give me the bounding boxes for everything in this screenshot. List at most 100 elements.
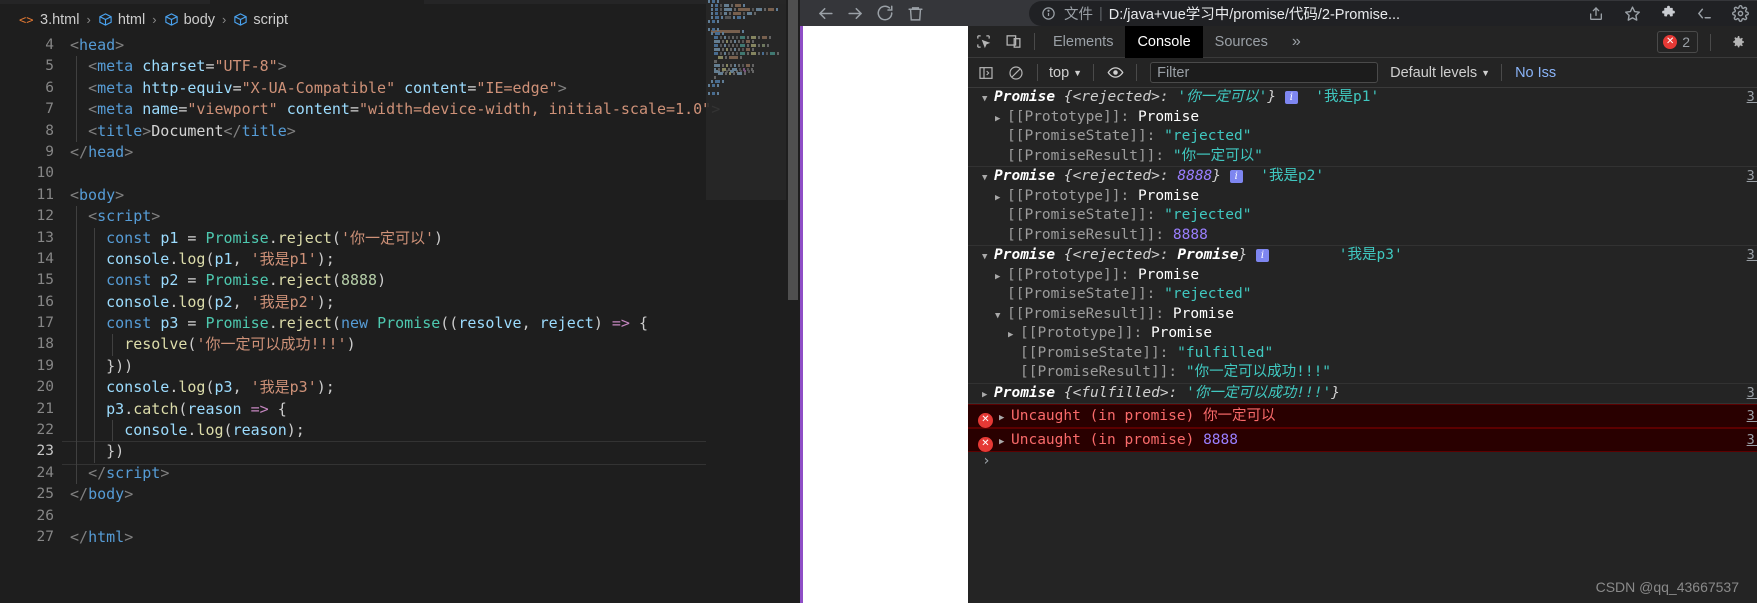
code-line[interactable]: 23 }) [0,441,800,466]
code-line[interactable]: 19 })) [0,355,800,378]
editor-scrollbar-thumb[interactable] [788,0,798,300]
breadcrumb-file[interactable]: <> 3.html [19,12,80,28]
console-object-property[interactable]: [[PromiseResult]]: 8888 [968,226,1757,246]
code-line[interactable]: 6 <meta http-equiv="X-UA-Compatible" con… [0,77,800,100]
console-source-link[interactable]: 3.h [1747,167,1757,187]
info-badge-icon[interactable]: i [1229,170,1243,183]
code-line-text: </html> [58,527,133,548]
inspect-element-icon[interactable] [968,28,998,56]
editor-scrollbar[interactable] [786,0,800,568]
chrome-browser-window: 文件 | D:/java+vue学习中/promise/代码/2-Promise… [800,0,1757,603]
code-line[interactable]: 12 <script> [0,206,800,228]
code-line[interactable]: 18 resolve('你一定可以成功!!!') [0,334,800,356]
breadcrumb-node-script[interactable]: script [233,12,288,28]
console-object-property[interactable]: [[PromiseState]]: "rejected" [968,127,1757,147]
clear-console-icon[interactable] [1002,60,1030,86]
back-button[interactable] [810,1,840,25]
execution-context-select[interactable]: top ▼ [1045,65,1086,81]
error-count-badge[interactable]: ✕ 2 [1657,31,1698,53]
tab-console[interactable]: Console [1125,25,1203,58]
console-object-property[interactable]: ▶ [[Prototype]]: Promise [968,108,1757,128]
devtools-settings-gear-icon[interactable] [1723,28,1753,56]
console-message-group[interactable]: ▼ Promise {<rejected>: '你一定可以'} i '我是p1' 3… [968,88,1757,167]
expand-arrow-right-icon[interactable]: ▶ [999,407,1011,429]
console-object-property[interactable]: ▶ [[Prototype]]: Promise [968,187,1757,207]
console-source-link[interactable]: 3.h [1747,246,1757,266]
console-message-group[interactable]: ▶Promise {<fulfilled>: '你一定可以成功!!!'} 3.h [968,384,1757,404]
console-object-property[interactable]: [[PromiseState]]: "rejected" [968,206,1757,226]
console-error-message[interactable]: ✕ ▶Uncaught (in promise) 8888 3.h [968,428,1757,452]
code-line[interactable]: 15 const p2 = Promise.reject(8888) [0,270,800,292]
console-object-property[interactable]: [[PromiseState]]: "rejected" [968,285,1757,305]
reload-button[interactable] [870,1,900,25]
forward-button[interactable] [840,1,870,25]
console-source-link[interactable]: 3.h [1747,384,1757,404]
property-key: [[Prototype]]: [1007,108,1138,125]
code-line[interactable]: 17 const p3 = Promise.reject(new Promise… [0,313,800,335]
console-source-link[interactable]: 3.h [1747,429,1757,451]
console-message-group[interactable]: ▼ Promise {<rejected>: Promise} i '我是p3' 3… [968,246,1757,384]
console-source-link[interactable]: 3.h [1747,88,1757,108]
address-bar[interactable]: 文件 | D:/java+vue学习中/promise/代码/2-Promise… [1029,1,1757,26]
code-editor-content[interactable]: 4 <head> 5 <meta charset="UTF-8"> 6 <meta h… [0,35,800,603]
code-line[interactable]: 13 const p1 = Promise.reject('你一定可以') [0,227,800,249]
console-prompt[interactable]: › [968,452,1757,474]
more-tabs-icon[interactable]: » [1280,26,1313,58]
breadcrumb[interactable]: <> 3.html › html › body › script [0,4,800,35]
devtools-indicator-icon[interactable] [1687,1,1721,26]
console-object-property[interactable]: ▶ [[Prototype]]: Promise [968,324,1757,344]
breadcrumb-node-html[interactable]: html [98,12,145,28]
device-toolbar-icon[interactable] [998,28,1028,56]
delete-button[interactable] [900,1,930,25]
share-icon[interactable] [1579,1,1613,26]
console-error-message[interactable]: ✕ ▶Uncaught (in promise) 你一定可以 3.h [968,404,1757,428]
expand-arrow-right-icon[interactable]: ▶ [982,386,994,406]
live-expression-eye-icon[interactable] [1101,60,1129,86]
tab-elements[interactable]: Elements [1041,26,1125,58]
console-object-property[interactable]: ▼ [[PromiseResult]]: Promise [968,305,1757,325]
code-line[interactable]: 24 </script> [0,462,800,485]
minimap-slider[interactable] [706,0,786,200]
code-line[interactable]: 5 <meta charset="UTF-8"> [0,56,800,78]
console-message-group[interactable]: ▼Promise {<rejected>: 8888} i '我是p2'3.h▶… [968,167,1757,246]
code-line[interactable]: 14 console.log(p1, '我是p1'); [0,248,800,271]
expand-arrow-right-icon[interactable]: ▶ [999,431,1011,453]
bookmark-star-icon[interactable] [1615,1,1649,26]
extensions-puzzle-icon[interactable] [1651,1,1685,26]
console-source-link[interactable]: 3.h [1747,405,1757,427]
console-object-property[interactable]: [[PromiseResult]]: "你一定可以" [968,147,1757,167]
console-message-header[interactable]: ▼ Promise {<rejected>: Promise} i '我是p3' 3… [968,246,1757,266]
code-line[interactable]: 9 </head> [0,142,800,163]
code-line[interactable]: 4 <head> [0,35,800,56]
page-viewport[interactable] [803,26,968,603]
console-object-property[interactable]: [[PromiseState]]: "fulfilled" [968,344,1757,364]
code-line[interactable]: 10 [0,163,800,184]
info-badge-icon[interactable]: i [1284,91,1298,104]
code-line[interactable]: 7 <meta name="viewport" content="width=d… [0,99,800,121]
settings-gear-icon[interactable] [1723,1,1757,26]
console-message-header[interactable]: ▼ Promise {<rejected>: '你一定可以'} i '我是p1' 3… [968,88,1757,108]
breadcrumb-node-body[interactable]: body [164,12,215,28]
console-message-header[interactable]: ▼Promise {<rejected>: 8888} i '我是p2'3.h [968,167,1757,187]
console-object-property[interactable]: [[PromiseResult]]: "你一定可以成功!!!" [968,363,1757,383]
code-line[interactable]: 8 <title>Document</title> [0,120,800,142]
console-filter-input[interactable]: Filter [1150,62,1379,83]
console-object-property[interactable]: ▶ [[Prototype]]: Promise [968,266,1757,286]
code-token: Promise [205,228,269,247]
code-line[interactable]: 25 </body> [0,484,800,505]
issues-link[interactable]: No Iss [1509,65,1556,81]
console-output[interactable]: ▼ Promise {<rejected>: '你一定可以'} i '我是p1' 3… [968,88,1757,603]
tab-sources[interactable]: Sources [1203,26,1280,58]
info-badge-icon[interactable]: i [1255,249,1269,262]
console-sidebar-toggle-icon[interactable] [972,60,1000,86]
code-token: ) [593,314,603,333]
code-line[interactable]: 27 </html> [0,527,800,548]
code-line[interactable]: 11 <body> [0,185,800,206]
code-line[interactable]: 22 console.log(reason); [0,420,800,442]
log-levels-select[interactable]: Default levels ▼ [1386,65,1494,81]
code-line[interactable]: 16 console.log(p2, '我是p2'); [0,291,800,314]
code-line[interactable]: 21 p3.catch(reason => { [0,398,800,421]
code-line[interactable]: 20 console.log(p3, '我是p3'); [0,377,800,399]
console-message-header[interactable]: ▶Promise {<fulfilled>: '你一定可以成功!!!'} 3.h [968,384,1757,404]
code-line[interactable]: 26 [0,506,800,527]
